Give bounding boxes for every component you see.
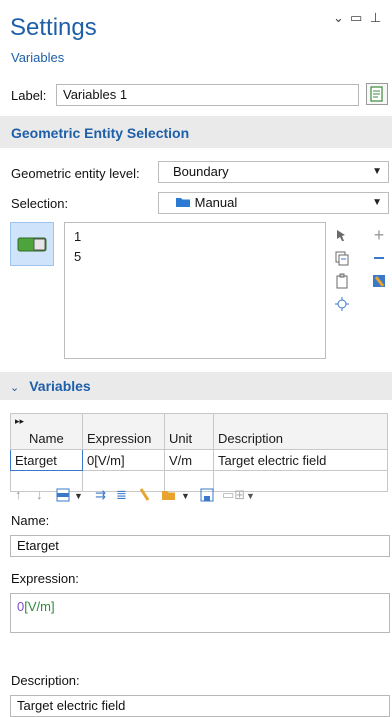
double-arrow-icon: ▸▸	[15, 416, 25, 426]
variables-table: ▸▸ Name Expression Unit Description Etar…	[10, 413, 388, 492]
cell-unit: V/m	[164, 449, 214, 471]
selection-select[interactable]: Manual ▼	[158, 192, 389, 214]
column-header-name[interactable]: ▸▸ Name	[10, 413, 83, 450]
chevron-down-icon: ▼	[372, 197, 382, 208]
broom-icon[interactable]	[138, 488, 152, 505]
description-label: Description:	[11, 673, 80, 688]
clear-table-icon[interactable]: ≣	[116, 487, 127, 503]
label-caption: Label:	[11, 88, 47, 103]
cell-name[interactable]: Etarget	[10, 449, 83, 471]
clear-selection-icon[interactable]	[371, 273, 387, 289]
expression-unit: [V/m]	[24, 599, 55, 614]
geo-section-title[interactable]: Geometric Entity Selection	[11, 125, 189, 141]
move-down-icon[interactable]: ↓	[36, 487, 43, 502]
name-input[interactable]: Etarget	[10, 535, 390, 557]
table-columns-icon[interactable]: ▭⊞	[222, 487, 245, 503]
move-up-icon[interactable]: ↑	[15, 487, 22, 502]
expression-label: Expression:	[11, 571, 79, 586]
remove-icon[interactable]	[371, 250, 387, 266]
description-input[interactable]: Target electric field	[10, 695, 390, 717]
name-label: Name:	[11, 513, 50, 528]
clipboard-icon[interactable]	[334, 273, 350, 289]
cell-description[interactable]: Target electric field	[213, 449, 388, 471]
active-toggle-button[interactable]	[10, 222, 54, 266]
label-input[interactable]: Variables 1	[56, 84, 359, 106]
insert-row-icon[interactable]	[56, 488, 70, 505]
copy-selection-icon[interactable]	[334, 250, 350, 266]
selection-label: Selection:	[11, 196, 69, 211]
collapse-icon[interactable]: ⌄	[333, 10, 344, 26]
add-icon[interactable]: +	[371, 225, 387, 245]
expression-input[interactable]: 0[V/m]	[10, 593, 390, 633]
entity-level-select[interactable]: Boundary ▼	[158, 161, 389, 183]
column-header-expression[interactable]: Expression	[82, 413, 165, 450]
column-header-description[interactable]: Description	[213, 413, 388, 450]
list-item[interactable]: 1	[74, 229, 81, 244]
edit-label-button[interactable]	[366, 83, 388, 105]
toggle-switch-icon	[17, 237, 47, 252]
table-row[interactable]: Etarget 0[V/m] V/m Target electric field	[10, 449, 388, 471]
pin-icon[interactable]: ⊥	[370, 10, 381, 26]
selection-value: Manual	[194, 195, 238, 210]
entity-level-label: Geometric entity level:	[11, 166, 140, 181]
list-item[interactable]: 5	[74, 249, 81, 264]
page-title: Settings	[10, 14, 97, 41]
insert-dropdown-icon[interactable]: ▼	[74, 491, 83, 501]
chevron-down-icon: ▼	[372, 166, 382, 177]
column-header-unit[interactable]: Unit	[164, 413, 214, 450]
paste-selection-icon[interactable]	[334, 227, 350, 243]
open-file-icon[interactable]	[161, 488, 177, 505]
maximize-icon[interactable]: ▭	[350, 10, 362, 26]
open-dropdown-icon[interactable]: ▼	[181, 491, 190, 501]
save-icon[interactable]	[200, 488, 214, 505]
cell-expression[interactable]: 0[V/m]	[82, 449, 165, 471]
chevron-down-icon: ⌄	[10, 382, 20, 394]
edit-label-icon	[370, 86, 383, 102]
page-subtitle: Variables	[11, 50, 65, 65]
entity-level-value: Boundary	[173, 164, 229, 179]
load-list-icon[interactable]: ⇉	[95, 487, 106, 503]
folder-icon	[176, 198, 190, 207]
variables-section-header[interactable]: ⌄ Variables	[10, 378, 91, 394]
zoom-to-selection-icon[interactable]	[334, 296, 350, 312]
table-header-row: ▸▸ Name Expression Unit Description	[10, 413, 388, 450]
selection-list[interactable]: 1 5	[64, 222, 326, 359]
columns-dropdown-icon[interactable]: ▼	[246, 491, 255, 501]
variables-section-title: Variables	[29, 378, 91, 394]
